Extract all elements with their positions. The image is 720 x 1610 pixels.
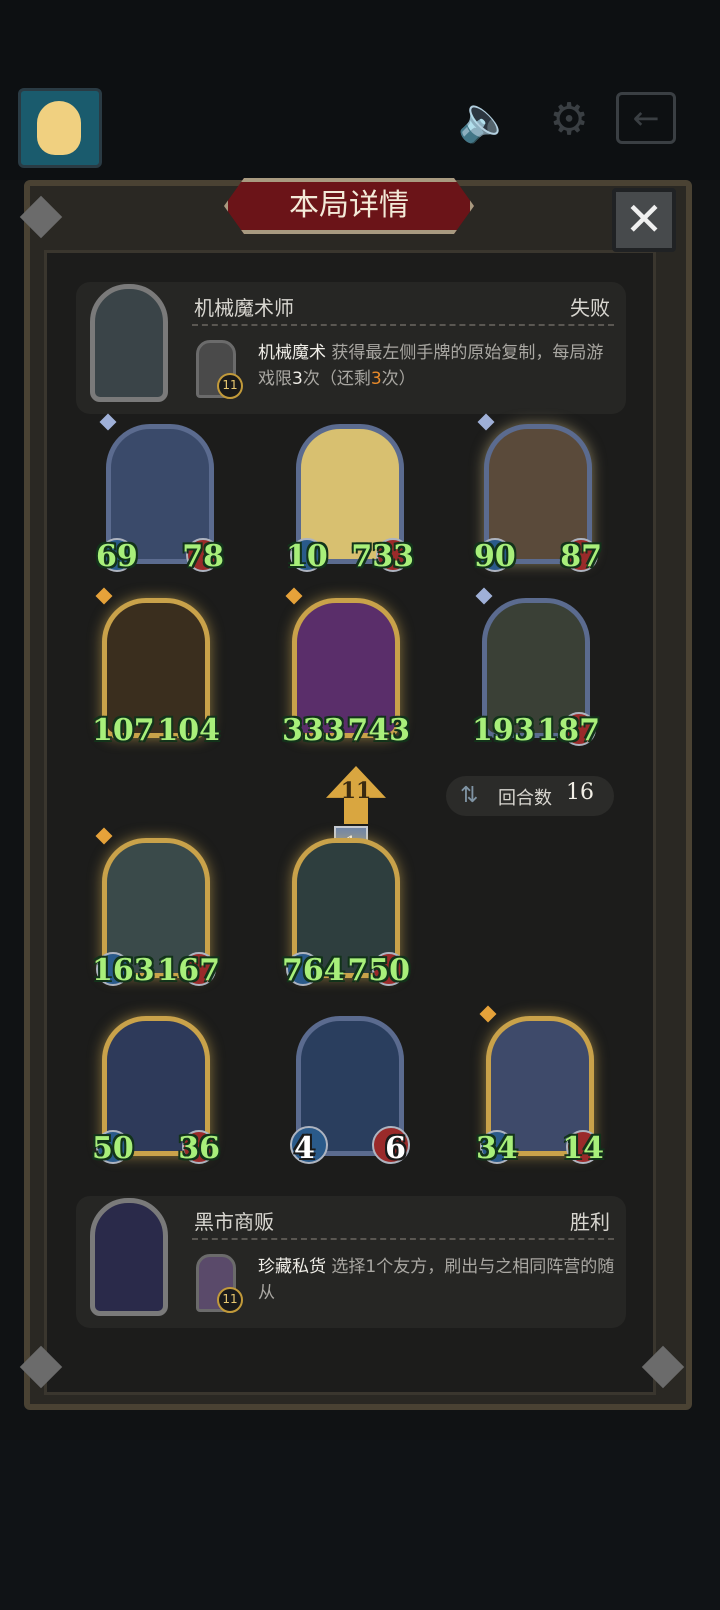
minion-health: 733 (351, 539, 414, 574)
minion-health: 36 (178, 1131, 220, 1166)
speaker-icon[interactable]: 🔈 (452, 92, 518, 148)
tier-arrow-value: 11 (340, 778, 372, 804)
minion-health: 78 (182, 539, 224, 574)
skill-name: 珍藏私货 (258, 1257, 326, 1277)
opponent-portrait (90, 1198, 168, 1316)
rounds-counter: ⇅ 回合数 16 (446, 776, 614, 816)
player-avatar[interactable] (18, 88, 102, 168)
minion-health: 104 (157, 713, 220, 748)
minion-card[interactable]: 90 87 (474, 413, 602, 574)
minion-attack: 333 (282, 713, 345, 748)
hero-skill-icon: 11 (196, 1254, 243, 1313)
minion-card[interactable]: 764 750 (282, 838, 410, 988)
hero-skill-icon: 11 (196, 340, 243, 399)
minion-card[interactable]: 69 78 (96, 413, 224, 574)
minion-health: 6 (385, 1131, 406, 1166)
minion-card[interactable]: 4 6 (290, 1016, 410, 1166)
skill-name: 机械魔术 (258, 343, 326, 363)
minion-card[interactable]: 107 104 (92, 587, 220, 748)
minion-attack: 193 (472, 713, 535, 748)
rounds-label: 回合数 (498, 788, 552, 809)
minion-card[interactable]: 193 187 (472, 587, 600, 748)
top-background (0, 0, 720, 180)
skill-text: 次） (381, 369, 416, 389)
minion-health: 14 (562, 1131, 604, 1166)
minion-health: 87 (560, 539, 602, 574)
settings-gear-icon[interactable]: ⚙ (536, 92, 602, 148)
opponent-panel-top: 机械魔术师 失败 11 机械魔术 获得最左侧手牌的原始复制，每局游戏限3次（还剩… (76, 282, 626, 414)
cycle-icon: ⇅ (460, 783, 479, 808)
match-result: 胜利 (570, 1210, 610, 1234)
bottom-background (0, 1440, 720, 1610)
minion-attack: 69 (96, 539, 138, 574)
close-icon: ✕ (624, 192, 664, 246)
minion-attack: 107 (92, 713, 155, 748)
opponent-name: 机械魔术师 (194, 296, 294, 320)
minion-attack: 4 (294, 1131, 315, 1166)
minion-health: 187 (537, 713, 600, 748)
minion-health: 750 (347, 953, 410, 988)
skill-remaining: 3 (370, 369, 382, 389)
skill-level-badge: 11 (217, 373, 243, 399)
minion-card[interactable]: 333 743 (282, 587, 410, 748)
divider (192, 324, 614, 326)
dialog-title: 本局详情 (289, 188, 409, 223)
minion-card[interactable]: 50 36 (92, 1016, 220, 1166)
exit-door-icon[interactable]: ← (616, 92, 676, 144)
rounds-value: 16 (566, 780, 594, 805)
minion-card[interactable]: 34 14 (476, 1005, 604, 1166)
hero-skill-description: 机械魔术 获得最左侧手牌的原始复制，每局游戏限3次（还剩3次） (258, 340, 620, 392)
match-result: 失败 (570, 296, 610, 320)
minion-attack: 34 (476, 1131, 518, 1166)
minion-health: 167 (157, 953, 220, 988)
minion-attack: 10 (286, 539, 328, 574)
minion-attack: 764 (282, 953, 345, 988)
hero-skill-description: 珍藏私货 选择1个友方，刷出与之相同阵营的随从 (258, 1254, 620, 1306)
minion-attack: 90 (474, 539, 516, 574)
minion-attack: 50 (92, 1131, 134, 1166)
minion-card[interactable]: 163 167 (92, 827, 220, 988)
skill-text: 次（还剩 (302, 369, 371, 389)
opponent-name: 黑市商贩 (194, 1210, 274, 1234)
minion-health: 743 (347, 713, 410, 748)
avatar-face (37, 101, 81, 155)
skill-count: 3 (292, 369, 303, 389)
minion-attack: 163 (92, 953, 155, 988)
opponent-portrait (90, 284, 168, 402)
divider (192, 1238, 614, 1240)
skill-level-badge: 11 (217, 1287, 243, 1313)
minion-card[interactable]: 10 733 (286, 424, 414, 574)
opponent-panel-bottom: 黑市商贩 胜利 11 珍藏私货 选择1个友方，刷出与之相同阵营的随从 (76, 1196, 626, 1328)
close-button[interactable]: ✕ (612, 188, 676, 252)
